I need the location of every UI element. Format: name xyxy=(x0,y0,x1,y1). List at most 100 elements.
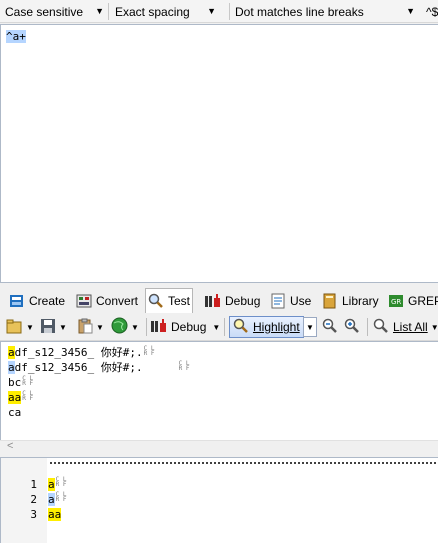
regex-selection: ^a+ xyxy=(6,30,26,43)
anchor-mode-value: ^$ xyxy=(426,4,438,19)
debug-icon xyxy=(151,318,167,337)
zoom-next-icon xyxy=(344,318,360,337)
options-bar: Case sensitive ▼ Exact spacing ▼ Dot mat… xyxy=(0,0,438,23)
tab-label: Library xyxy=(342,294,379,308)
open-file-button[interactable]: ▼ xyxy=(6,317,34,337)
match-highlight: a xyxy=(8,361,15,374)
next-match-button[interactable] xyxy=(344,317,360,337)
line-number: 3 xyxy=(30,508,37,521)
tab-label: Debug xyxy=(225,294,261,308)
chevron-down-icon: ▼ xyxy=(96,322,104,332)
tab-test[interactable]: Test xyxy=(145,288,194,313)
debug-button-label: Debug xyxy=(171,320,207,334)
result-line: aC LR F xyxy=(48,477,66,492)
chevron-down-icon: ▼ xyxy=(406,6,415,16)
tab-label: Convert xyxy=(96,294,139,308)
spacing-value: Exact spacing xyxy=(115,4,190,19)
crlf-marker: C LR F xyxy=(22,375,34,387)
tab-debug[interactable]: Debug xyxy=(205,289,260,313)
highlight-dropdown-button[interactable]: ▼ xyxy=(303,317,317,337)
test-subject-editor[interactable]: adf_s12_3456_ 你好#;. C LR F adf_s12_3456_ … xyxy=(0,341,438,440)
anchor-mode-dropdown[interactable]: ^$ xyxy=(418,2,438,21)
results-panel: 1 2 3 aC LR F aC LR F aa xyxy=(0,457,438,543)
zoom-previous-icon xyxy=(322,318,338,337)
grep-icon: GR xyxy=(388,293,404,309)
result-match: aa xyxy=(48,508,62,521)
dot-mode-dropdown[interactable]: Dot matches line breaks ▼ xyxy=(235,2,418,21)
chevron-down-icon: ▼ xyxy=(306,322,314,332)
regex-editor[interactable]: ^a+ xyxy=(0,24,438,283)
result-match: a xyxy=(48,478,55,491)
tab-bar: Create Convert Test Debug Use Library GR xyxy=(0,288,438,313)
result-line: aC LR F xyxy=(48,492,66,507)
globe-button[interactable]: ▼ xyxy=(111,317,139,337)
crlf-marker: C LR F xyxy=(55,491,67,503)
chevron-down-icon: ▼ xyxy=(59,322,67,332)
globe-icon xyxy=(111,317,128,337)
chevron-down-icon: ▼ xyxy=(212,322,221,332)
crlf-marker: C LR F xyxy=(22,390,34,402)
tab-label: Use xyxy=(290,294,312,308)
subject-line: bc C LR F xyxy=(8,376,33,390)
tab-use[interactable]: Use xyxy=(270,289,311,313)
regex-text: ^a+ xyxy=(6,30,26,44)
case-sensitivity-value: Case sensitive xyxy=(5,4,84,19)
divider xyxy=(108,3,109,20)
chevron-down-icon: ▼ xyxy=(26,322,34,332)
subject-line: adf_s12_3456_ 你好#;. C LR F xyxy=(8,361,189,375)
subject-text: ca xyxy=(8,406,22,419)
save-icon xyxy=(40,318,56,337)
match-highlight: a xyxy=(8,346,15,359)
chevron-down-icon: ▼ xyxy=(207,6,216,16)
dot-mode-value: Dot matches line breaks xyxy=(235,4,364,19)
subject-line: adf_s12_3456_ 你好#;. C LR F xyxy=(8,346,154,360)
svg-text:GR: GR xyxy=(391,298,401,306)
tab-library[interactable]: Library xyxy=(322,289,379,313)
library-icon xyxy=(322,293,338,309)
scroll-left-icon[interactable]: < xyxy=(7,440,13,452)
highlight-button-label: Highlight xyxy=(253,320,300,334)
subject-text: bc xyxy=(8,376,22,389)
use-icon xyxy=(270,293,286,309)
spacing-dropdown[interactable]: Exact spacing ▼ xyxy=(115,2,219,21)
tab-create[interactable]: Create xyxy=(9,289,65,313)
crlf-marker: C LR F xyxy=(143,345,155,357)
debug-button[interactable]: Debug ▼ xyxy=(151,317,220,337)
line-number: 2 xyxy=(30,493,37,506)
divider xyxy=(229,3,230,20)
tab-grep[interactable]: GR GREP xyxy=(388,289,438,313)
divider xyxy=(367,318,368,336)
list-all-button[interactable]: List All ▼ xyxy=(373,317,438,337)
chevron-down-icon: ▼ xyxy=(131,322,139,332)
tab-label: Test xyxy=(168,294,191,308)
divider xyxy=(224,318,225,336)
list-all-label: List All xyxy=(393,320,428,334)
tab-label: GREP xyxy=(408,294,438,308)
result-line: aa xyxy=(48,507,62,522)
magnifier-icon xyxy=(233,318,249,337)
previous-match-button[interactable] xyxy=(322,317,338,337)
dotted-separator xyxy=(49,462,438,464)
chevron-down-icon: ▼ xyxy=(95,6,104,16)
test-toolbar: ▼ ▼ ▼ ▼ Debug ▼ Highlight ▼ List All ▼ xyxy=(0,313,438,341)
save-button[interactable]: ▼ xyxy=(40,317,67,337)
open-file-icon xyxy=(6,318,23,337)
case-sensitivity-dropdown[interactable]: Case sensitive ▼ xyxy=(5,2,107,21)
line-number-gutter: 1 2 3 xyxy=(1,458,47,543)
subject-text: df_s12_3456_ 你好#;. xyxy=(14,346,143,359)
tab-convert[interactable]: Convert xyxy=(76,289,138,313)
highlight-button[interactable]: Highlight xyxy=(229,316,304,338)
result-match: a xyxy=(48,493,55,506)
subject-text: df_s12_3456_ 你好#;. xyxy=(14,361,143,374)
crlf-marker: C LR F xyxy=(178,360,190,372)
clipboard-icon xyxy=(77,318,93,337)
debug-icon xyxy=(205,293,221,309)
horizontal-scrollbar[interactable]: < xyxy=(0,440,438,454)
create-icon xyxy=(9,293,25,309)
convert-icon xyxy=(76,293,92,309)
test-magnifier-icon xyxy=(148,293,164,309)
crlf-marker: C LR F xyxy=(55,476,67,488)
tab-label: Create xyxy=(29,294,66,308)
subject-line: aa C LR F xyxy=(8,391,33,405)
paste-button[interactable]: ▼ xyxy=(77,317,104,337)
